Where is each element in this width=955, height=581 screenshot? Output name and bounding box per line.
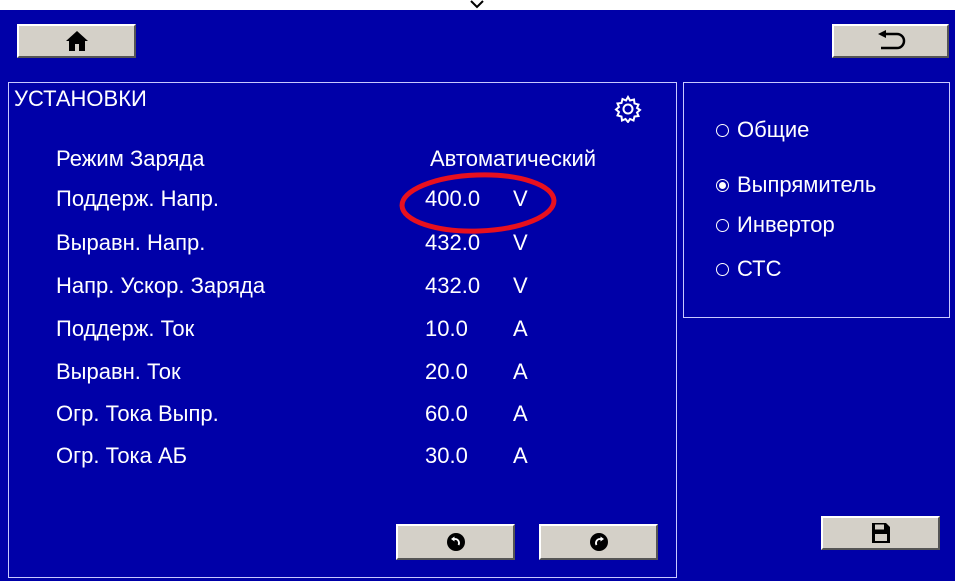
highlight-ellipse (399, 172, 557, 234)
row-unit-battery-current-limit: A (513, 443, 528, 468)
radio-label-sts: СТС (737, 256, 782, 281)
row-label-equalize-voltage: Выравн. Напр. (56, 230, 206, 255)
save-button[interactable] (821, 516, 940, 550)
gear-icon[interactable] (614, 95, 642, 123)
chevron-down-icon (470, 0, 484, 9)
radio-label-general: Общие (737, 117, 810, 142)
radio-sts[interactable]: СТС (716, 256, 781, 282)
home-button[interactable] (17, 24, 136, 58)
radio-button[interactable] (716, 262, 729, 276)
prev-page-icon (446, 533, 465, 551)
radio-rectifier[interactable]: Выпрямитель (716, 172, 876, 198)
radio-button[interactable] (716, 218, 729, 232)
row-value-float-current[interactable]: 10.0 (425, 316, 468, 342)
row-value-equalize-current[interactable]: 20.0 (425, 359, 468, 385)
save-icon (871, 523, 890, 543)
radio-button-selected[interactable] (716, 178, 729, 192)
radio-button[interactable] (716, 123, 729, 137)
radio-inverter[interactable]: Инвертор (716, 212, 835, 238)
row-unit-equalize-current: A (513, 359, 528, 384)
back-button[interactable] (832, 24, 949, 58)
row-unit-rectifier-current-limit: A (513, 401, 528, 426)
radio-general[interactable]: Общие (716, 117, 809, 143)
row-unit-boost-voltage: V (513, 273, 528, 298)
back-arrow-icon (877, 30, 905, 50)
prev-page-button[interactable] (396, 524, 515, 560)
home-icon (65, 31, 88, 51)
row-value-boost-voltage[interactable]: 432.0 (425, 273, 480, 299)
panel-title: УСТАНОВКИ (14, 86, 147, 111)
row-unit-float-current: A (513, 316, 528, 341)
row-label-equalize-current: Выравн. Ток (56, 359, 181, 384)
radio-label-rectifier: Выпрямитель (737, 172, 877, 197)
row-label-rectifier-current-limit: Огр. Тока Выпр. (56, 401, 219, 426)
row-value-rectifier-current-limit[interactable]: 60.0 (425, 401, 468, 427)
row-label-charge-mode: Режим Заряда (56, 146, 205, 171)
next-page-button[interactable] (539, 524, 658, 560)
row-value-charge-mode[interactable]: Автоматический (430, 146, 596, 172)
next-page-icon (589, 533, 608, 551)
row-value-battery-current-limit[interactable]: 30.0 (425, 443, 468, 469)
row-label-float-voltage: Поддерж. Напр. (56, 186, 220, 211)
radio-label-inverter: Инвертор (737, 212, 835, 237)
row-label-float-current: Поддерж. Ток (56, 316, 195, 341)
row-label-battery-current-limit: Огр. Тока АБ (56, 443, 188, 468)
row-label-boost-voltage: Напр. Ускор. Заряда (56, 273, 266, 298)
